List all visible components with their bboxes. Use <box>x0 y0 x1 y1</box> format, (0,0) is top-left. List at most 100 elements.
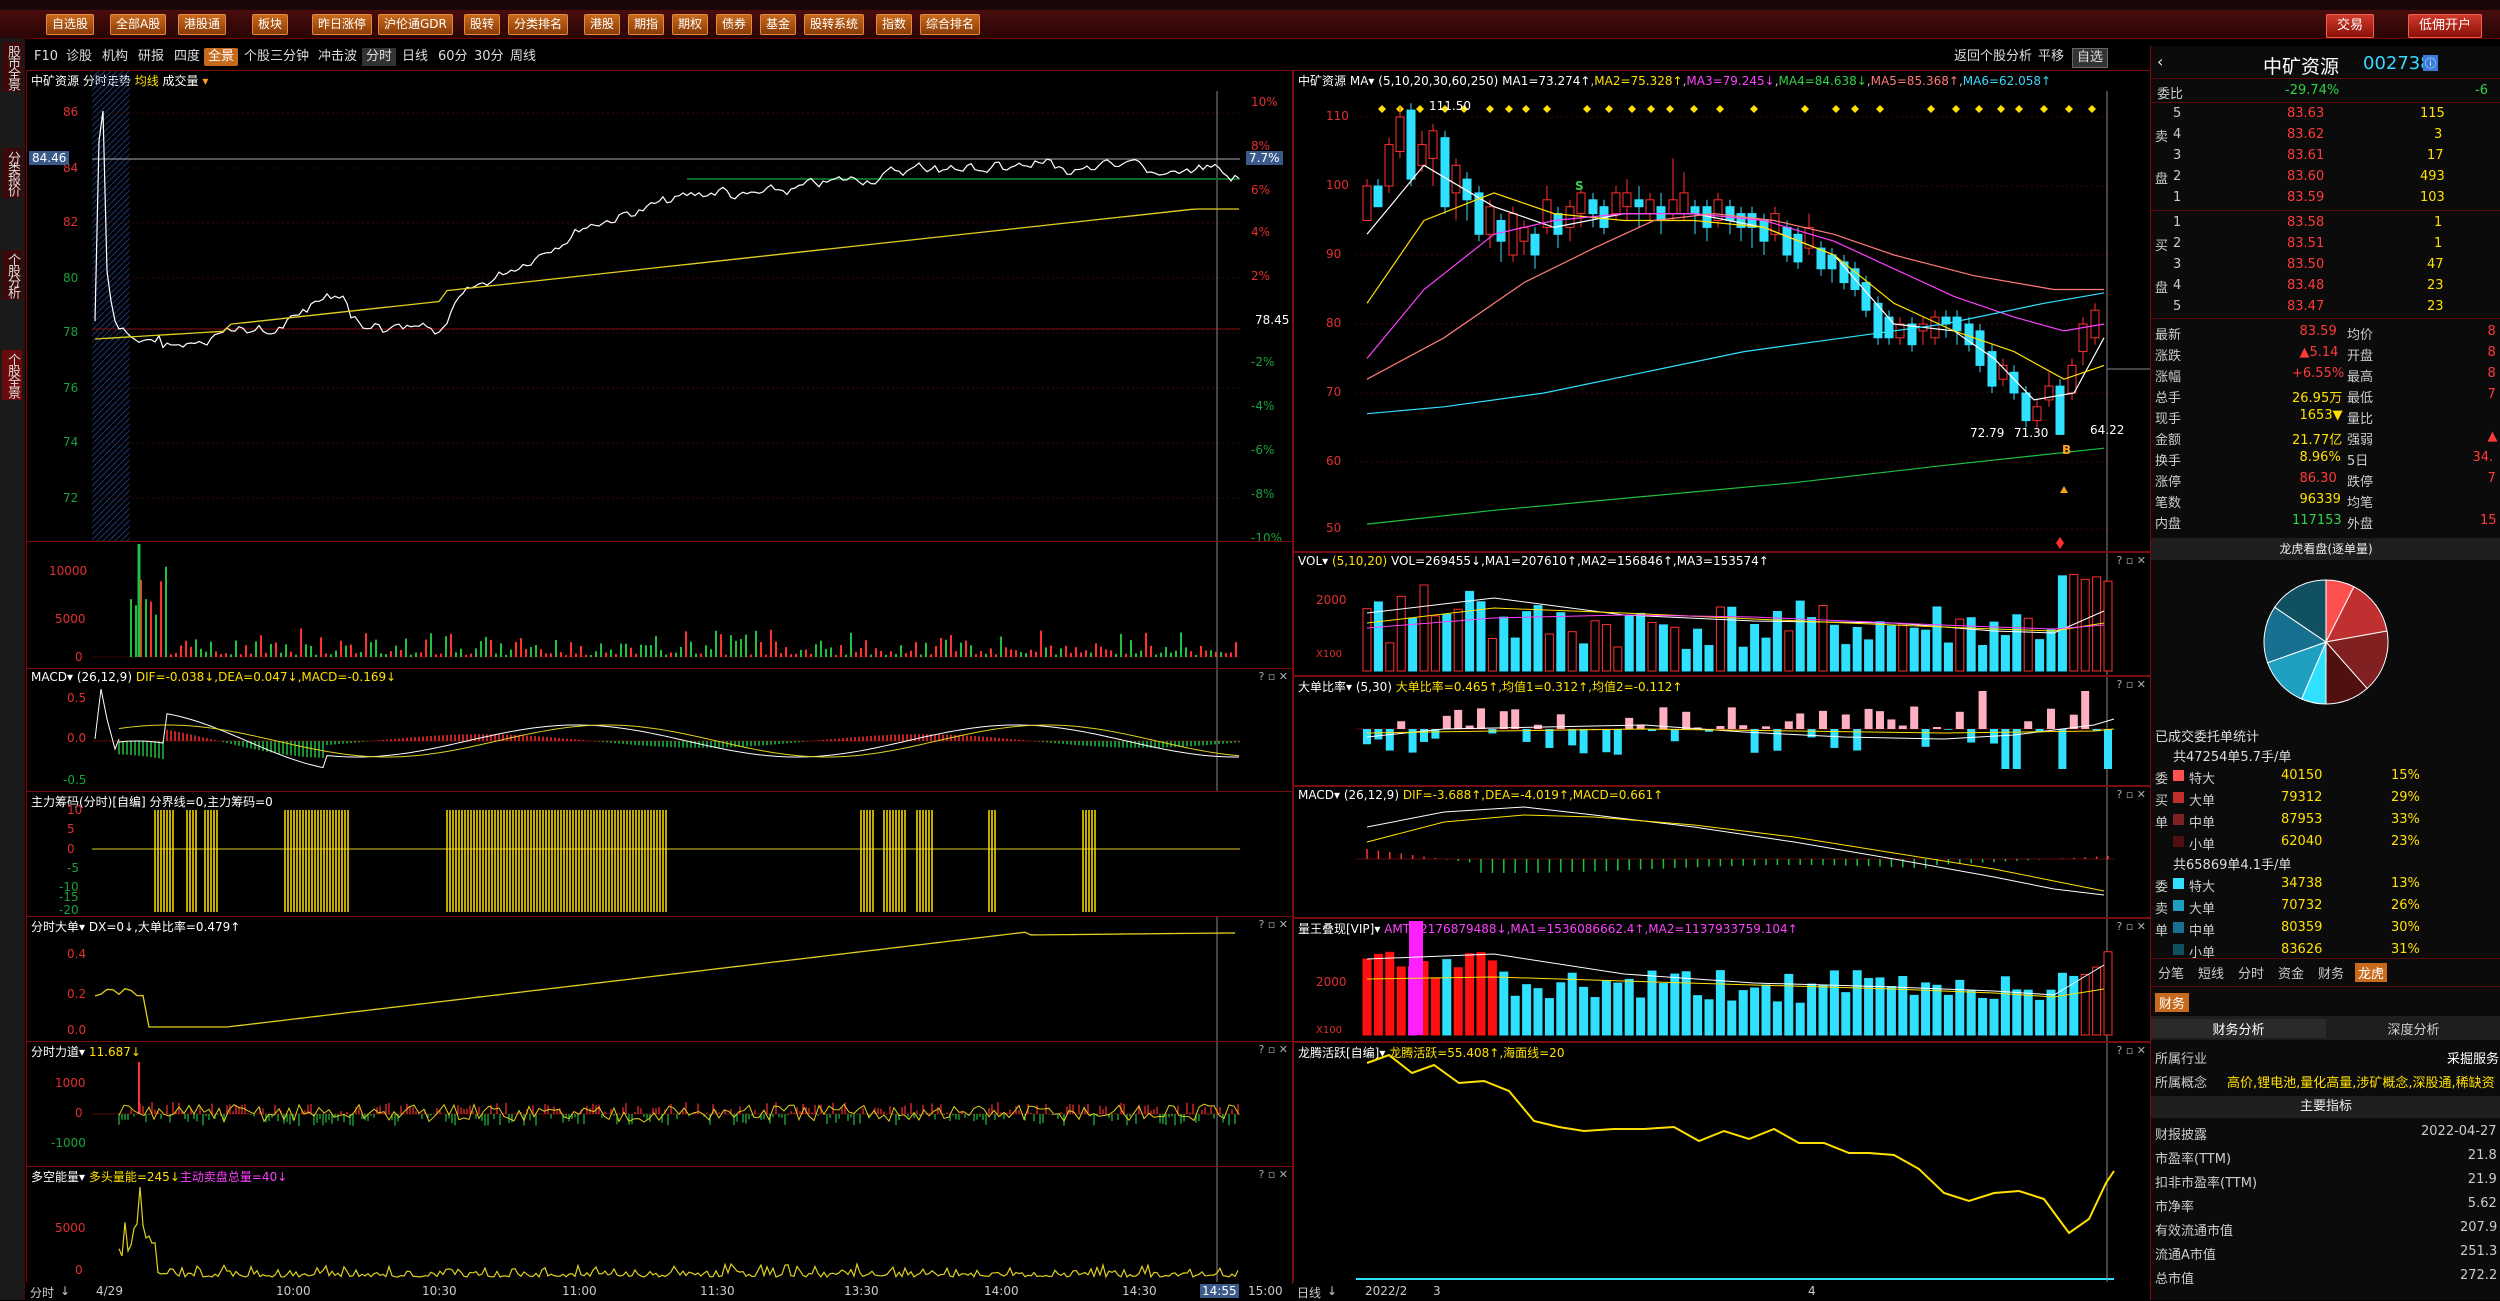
toolbar-shockwave[interactable]: 冲击波 <box>314 48 361 66</box>
kvol-bar <box>1409 618 1417 671</box>
intraday-big-order-panel: 分时大单▾ DX=0↓,大单比率=0.479↑ ? ▫ ✕ 0.4 0.2 0.… <box>26 916 1293 1042</box>
lw-bar <box>1933 985 1941 1035</box>
toolbar-30min[interactable]: 30分 <box>470 48 508 66</box>
kvol-bar <box>1819 606 1827 671</box>
stat-key: 均价 <box>2347 324 2373 343</box>
lw-bar <box>1625 979 1633 1035</box>
toolbar-three-minutes[interactable]: 个股三分钟 <box>240 48 313 66</box>
fin-subtab-analysis[interactable]: 财务分析 <box>2151 1019 2326 1038</box>
lw-bar <box>1523 985 1531 1035</box>
tab-stock-overview[interactable]: 个股全景 <box>2 350 22 400</box>
back-chevron-icon[interactable]: ‹ <box>2157 52 2163 71</box>
toolbar-f10[interactable]: F10 <box>30 48 62 66</box>
ddbl-bar <box>1454 710 1462 729</box>
menu-button-13[interactable]: 股转系统 <box>804 14 864 35</box>
menu-button-10[interactable]: 期权 <box>672 14 708 35</box>
sell-price: 83.62 <box>2287 127 2324 142</box>
tab-category-quotes[interactable]: 分类报价 <box>2 148 22 198</box>
fin-tab[interactable]: 财务 <box>2155 993 2189 1012</box>
stat-key: 最新 <box>2155 324 2181 343</box>
stock-info-icon[interactable]: ⓘ <box>2423 55 2438 71</box>
watchlist-dropdown[interactable]: 自选 <box>2072 48 2108 68</box>
quote-tab-2[interactable]: 分时 <box>2235 963 2267 982</box>
candle <box>1429 131 1437 159</box>
sell-level-5[interactable]: 5 83.63 115 <box>2151 104 2500 125</box>
intraday-bottom-label[interactable]: 分时 <box>30 1284 54 1301</box>
tab-stock-analysis[interactable]: 个股分析 <box>2 250 22 300</box>
menu-button-1[interactable]: 全部A股 <box>110 14 166 35</box>
menu-button-15[interactable]: 综合排名 <box>920 14 980 35</box>
menu-button-9[interactable]: 期指 <box>628 14 664 35</box>
menu-button-2[interactable]: 港股通 <box>178 14 226 35</box>
candle <box>1953 317 1961 331</box>
buy-level-1[interactable]: 1 83.58 1 <box>2151 213 2500 234</box>
kline-bottom-label[interactable]: 日线 <box>1297 1284 1321 1301</box>
toolbar-research[interactable]: 研报 <box>134 48 168 66</box>
menu-button-0[interactable]: 自选股 <box>46 14 94 35</box>
fin-row: 市净率 5.62 <box>2151 1194 2500 1215</box>
tab-market-overview[interactable]: 股市全景 <box>2 42 22 92</box>
chart-toolbar: F10 诊股 机构 研报 四度 全景 个股三分钟 冲击波 分时 日线 60分 3… <box>26 46 2146 68</box>
kline-mid-label-1: 72.79 <box>1970 426 2004 440</box>
quote-tab-5[interactable]: 龙虎 <box>2355 963 2387 982</box>
menu-button-7[interactable]: 分类排名 <box>508 14 568 35</box>
toolbar-diagnose[interactable]: 诊股 <box>62 48 96 66</box>
back-to-analysis-button[interactable]: 返回个股分析 <box>1950 48 2036 66</box>
candle <box>1441 138 1449 207</box>
stat-value: +6.55% <box>2292 366 2344 381</box>
menu-button-12[interactable]: 基金 <box>760 14 796 35</box>
signal-diamond <box>1690 105 1698 113</box>
lw-bar <box>1637 998 1645 1035</box>
kline-sell-mark: S <box>1575 179 1584 193</box>
sell-level-4[interactable]: 4 83.62 3 <box>2151 125 2500 146</box>
kvol-bar <box>1591 621 1599 671</box>
kvol-bar <box>1830 625 1838 671</box>
stat-key: 跌停 <box>2347 471 2373 490</box>
menu-button-14[interactable]: 指数 <box>876 14 912 35</box>
concept-label: 所属概念 <box>2155 1072 2207 1091</box>
signal-diamond <box>1486 105 1494 113</box>
kvol-bar <box>1785 631 1793 671</box>
buy-level-3[interactable]: 3 83.50 47 <box>2151 255 2500 276</box>
sell-level-2[interactable]: 2 83.60 493 <box>2151 167 2500 188</box>
toolbar-intraday[interactable]: 分时 <box>362 48 396 66</box>
toolbar-60min[interactable]: 60分 <box>434 48 472 66</box>
pan-button[interactable]: 平移 <box>2034 48 2068 66</box>
candle <box>1520 227 1528 241</box>
kline-amt-panel: 量王叠现[VIP]▾ AMT=2176879488↓,MA1=153608666… <box>1293 918 2151 1042</box>
buy-level-4[interactable]: 4 83.48 23 <box>2151 276 2500 297</box>
time-arrow-icon[interactable]: ↓ <box>60 1284 70 1298</box>
menu-button-5[interactable]: 沪伦通GDR <box>378 14 453 35</box>
toolbar-daily[interactable]: 日线 <box>398 48 432 66</box>
buy-level-label: 1 <box>2173 215 2181 230</box>
menu-button-4[interactable]: 昨日涨停 <box>312 14 372 35</box>
menu-button-6[interactable]: 股转 <box>464 14 500 35</box>
menu-button-3[interactable]: 板块 <box>252 14 288 35</box>
lw-bar <box>1842 993 1850 1035</box>
sell-level-3[interactable]: 3 83.61 17 <box>2151 146 2500 167</box>
menu-button-11[interactable]: 债券 <box>716 14 752 35</box>
sell-level-1[interactable]: 1 83.59 103 <box>2151 188 2500 209</box>
quote-tab-3[interactable]: 资金 <box>2275 963 2307 982</box>
open-account-button[interactable]: 低佣开户 <box>2408 14 2482 38</box>
stat-key: 笔数 <box>2155 492 2181 511</box>
quote-tab-4[interactable]: 财务 <box>2315 963 2347 982</box>
quote-tab-1[interactable]: 短线 <box>2195 963 2227 982</box>
toolbar-four-degree[interactable]: 四度 <box>170 48 204 66</box>
zlcm-svg <box>27 792 1292 916</box>
quote-tab-0[interactable]: 分笔 <box>2155 963 2187 982</box>
stat-key: 总手 <box>2155 387 2181 406</box>
menu-button-8[interactable]: 港股 <box>584 14 620 35</box>
toolbar-overview[interactable]: 全景 <box>204 48 238 66</box>
buy-order-row: 委特大 40150 15% <box>2151 766 2500 787</box>
toolbar-institution[interactable]: 机构 <box>98 48 132 66</box>
fin-subtab-deep[interactable]: 深度分析 <box>2326 1019 2500 1038</box>
candle <box>1418 145 1426 166</box>
date-arrow-icon[interactable]: ↓ <box>1327 1284 1337 1298</box>
candle <box>1623 193 1631 207</box>
buy-level-5[interactable]: 5 83.47 23 <box>2151 297 2500 318</box>
ddbl-bar <box>2104 729 2112 769</box>
buy-level-2[interactable]: 2 83.51 1 <box>2151 234 2500 255</box>
trade-button[interactable]: 交易 <box>2326 14 2374 38</box>
toolbar-weekly[interactable]: 周线 <box>506 48 540 66</box>
